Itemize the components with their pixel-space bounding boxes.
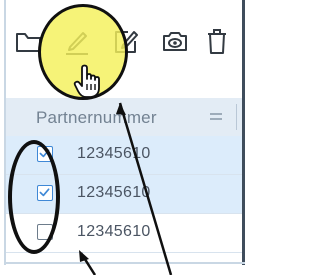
preview-icon (163, 32, 187, 51)
checkbox-annotation-ellipse (8, 140, 60, 254)
column-header-partnernummer[interactable]: Partnernummer (36, 108, 157, 128)
frame-border-bottom (4, 262, 245, 264)
delete-button[interactable] (202, 24, 232, 58)
column-separator[interactable] (236, 104, 237, 130)
screenshot-root: Partnernummer 12345610 12345610 12345610 (0, 0, 245, 275)
delete-icon (208, 29, 226, 54)
partnernummer-cell: 12345610 (77, 145, 151, 162)
partnernummer-cell: 12345610 (77, 184, 151, 201)
table-header-row: Partnernummer (6, 98, 242, 137)
partnernummer-cell: 12345610 (77, 223, 151, 240)
column-menu-icon[interactable] (206, 110, 226, 124)
hand-cursor-icon (73, 64, 100, 98)
preview-button[interactable] (160, 24, 190, 58)
